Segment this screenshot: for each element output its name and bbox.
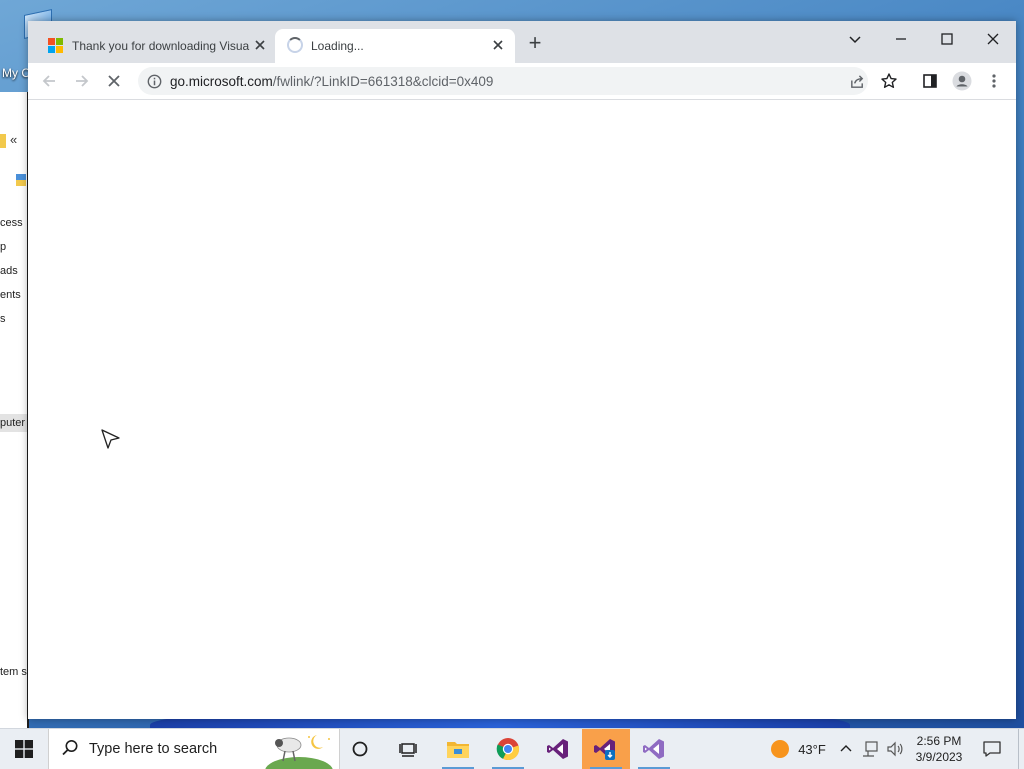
windows-taskbar: Type here to search 43°F 2:56 PM 3/9/202… [0,728,1024,769]
taskbar-app-chrome[interactable] [486,729,530,769]
volume-tray-icon[interactable] [884,729,906,769]
weather-widget[interactable]: 43°F [762,729,834,769]
chrome-icon [496,738,520,761]
maximize-icon [941,33,953,45]
nav-item-documents[interactable]: ents [0,289,21,301]
visual-studio-icon [547,739,568,759]
close-icon [493,40,503,50]
taskbar-app-visual-studio-installer[interactable] [582,729,630,769]
chrome-browser-window: Thank you for downloading Visual Studio … [28,21,1016,719]
browser-toolbar: go.microsoft.com/fwlink/?LinkID=661318&c… [28,63,1016,100]
notification-icon [983,741,1001,757]
visual-studio-installer-icon [594,739,615,760]
clock-time: 2:56 PM [916,734,962,748]
sun-weather-icon [771,740,790,758]
collapse-nav-button[interactable]: « [10,132,17,147]
url-text[interactable]: go.microsoft.com/fwlink/?LinkID=661318&c… [170,74,493,89]
folder-icon [0,134,6,148]
tab-title: Loading... [311,39,364,53]
tab-loading[interactable]: Loading... [275,29,515,63]
tab-visual-studio-thanks[interactable]: Thank you for downloading Visual Studio [38,29,273,63]
bookmark-star-icon[interactable] [880,72,898,90]
side-panel-button[interactable] [918,69,942,93]
speaker-icon [887,741,903,757]
arrow-left-icon [42,75,55,87]
search-highlights-illustration [265,735,333,769]
explorer-status-text: tem s [0,666,27,678]
maximize-button[interactable] [924,25,970,53]
minimize-icon [896,38,906,40]
weather-temperature: 43°F [798,741,826,757]
back-button[interactable] [37,69,61,93]
tab-search-button[interactable] [832,25,878,53]
taskbar-app-file-explorer[interactable] [436,729,480,769]
chrome-menu-button[interactable] [982,69,1006,93]
taskbar-app-visual-studio-preview[interactable] [632,729,676,769]
notification-center-button[interactable] [976,729,1008,769]
close-icon [255,40,265,50]
chevron-up-icon [840,745,852,752]
url-host: go.microsoft.com [170,74,273,89]
nav-item-this-pc[interactable]: puter [0,414,27,432]
loading-spinner-icon [287,37,303,53]
url-path: /fwlink/?LinkID=661318&clcid=0x409 [272,74,494,89]
visual-studio-preview-icon [643,739,664,759]
quick-access-icon [16,174,26,186]
close-window-button[interactable] [970,25,1016,53]
folder-icon [447,742,469,758]
close-icon [987,33,999,45]
nav-item-pictures[interactable]: s [0,313,6,325]
network-tray-icon[interactable] [860,729,882,769]
arrow-right-icon [76,75,89,87]
nav-item-quick-access[interactable]: cess [0,217,23,229]
search-icon [62,740,78,756]
mouse-cursor-icon [101,429,120,449]
clock[interactable]: 2:56 PM 3/9/2023 [908,729,970,769]
side-panel-icon [923,74,937,88]
nav-item-desktop[interactable]: p [0,241,6,253]
minimize-button[interactable] [878,25,924,53]
search-placeholder: Type here to search [89,741,218,757]
more-vertical-icon [992,74,996,88]
start-button[interactable] [0,729,48,769]
avatar-icon [952,71,972,91]
profile-button[interactable] [950,69,974,93]
cortana-button[interactable] [340,729,380,769]
share-icon[interactable] [849,73,866,90]
address-bar[interactable]: go.microsoft.com/fwlink/?LinkID=661318&c… [138,67,897,95]
site-info-icon[interactable] [147,74,162,89]
taskbar-search-box[interactable]: Type here to search [48,729,340,769]
forward-button[interactable] [70,69,94,93]
task-view-icon [399,743,417,757]
network-icon [863,741,878,757]
new-tab-button[interactable]: + [524,32,546,55]
windows-logo-icon [15,740,33,758]
page-content-blank [28,100,1016,719]
show-desktop-button[interactable] [1018,729,1024,769]
nav-item-downloads[interactable]: ads [0,265,18,277]
clock-date: 3/9/2023 [915,750,963,764]
microsoft-logo-icon [48,38,64,54]
tab-strip: Thank you for downloading Visual Studio … [28,21,1016,63]
tab-close-button[interactable] [252,37,268,53]
show-hidden-icons-button[interactable] [836,729,856,769]
close-icon [108,75,120,87]
taskbar-app-visual-studio[interactable] [536,729,580,769]
file-explorer-window: « cess p ads ents s puter tem s [0,92,29,728]
tab-close-button[interactable] [490,37,506,53]
stop-loading-button[interactable] [102,69,126,93]
chevron-down-icon [849,36,861,44]
tab-title: Thank you for downloading Visual Studio [72,39,250,53]
circle-icon [352,741,368,757]
task-view-button[interactable] [388,729,428,769]
desktop-icon-label: My C [2,66,30,80]
